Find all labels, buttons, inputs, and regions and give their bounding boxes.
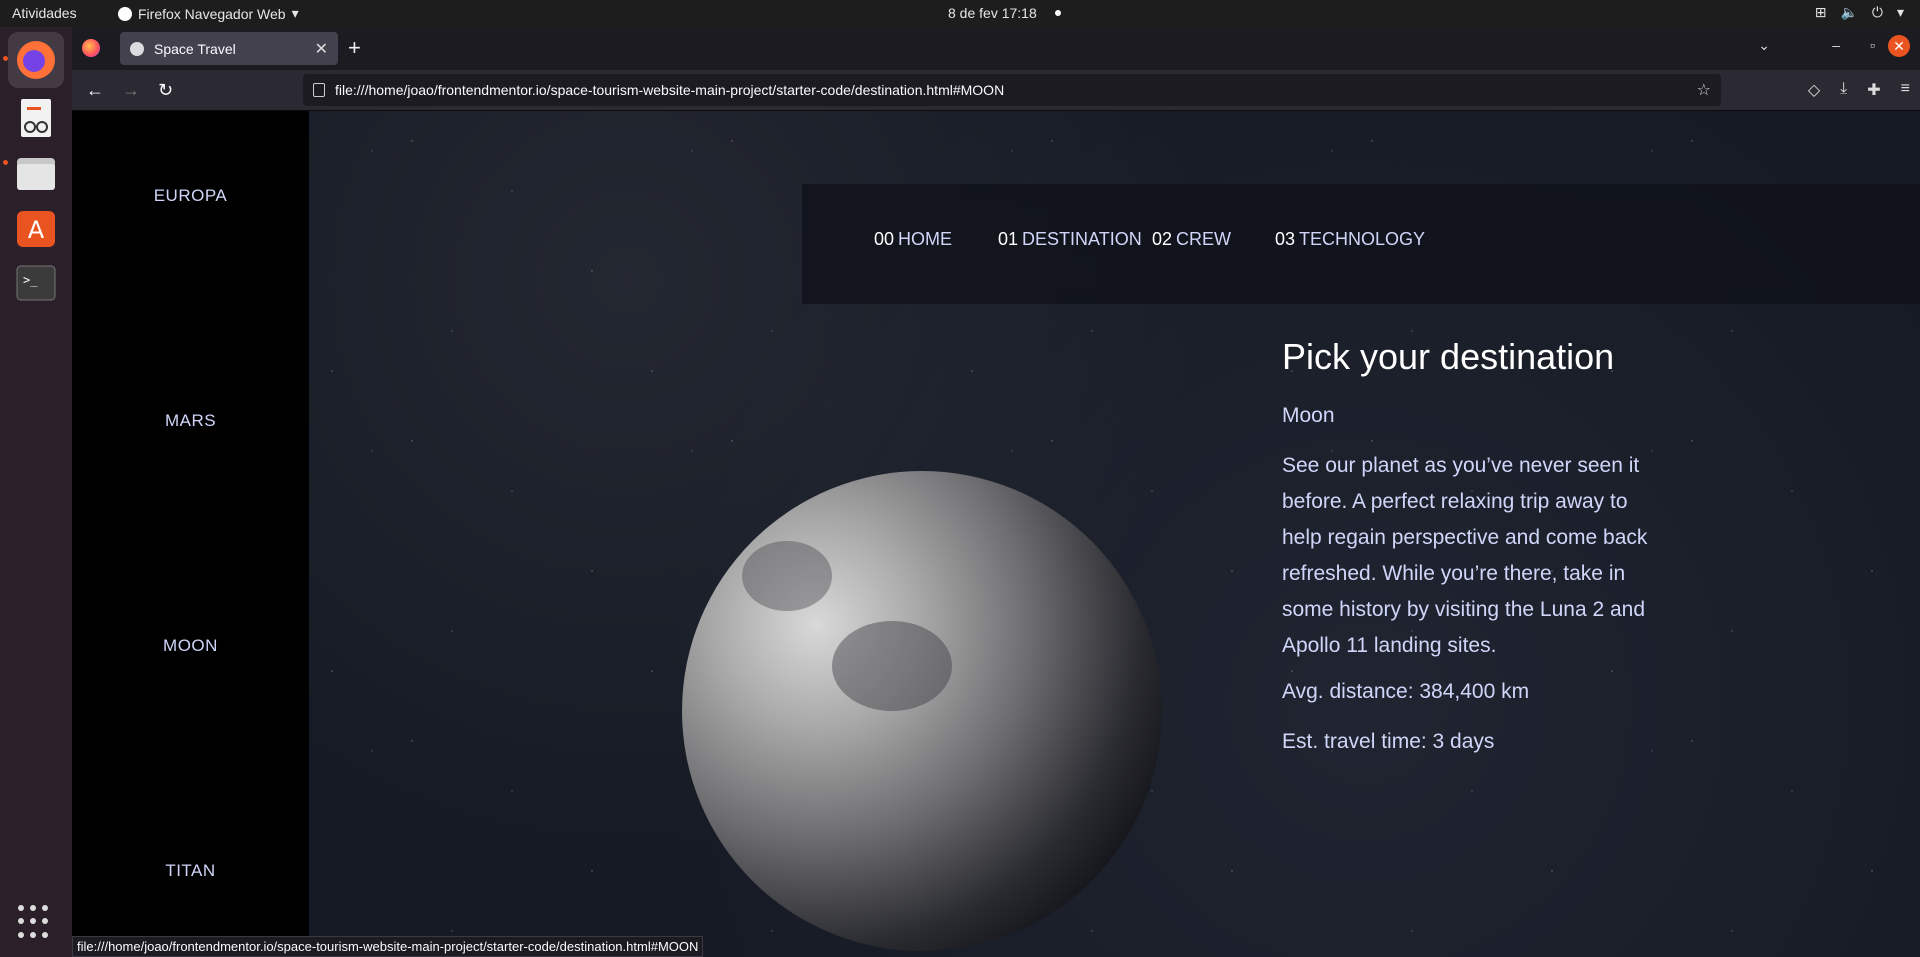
destination-info: Pick your destination Moon See our plane… [1282, 336, 1662, 754]
show-apps-button[interactable] [18, 905, 52, 939]
destination-europa[interactable]: EUROPA [72, 186, 309, 206]
clock-label: 8 de fev 17:18 [948, 5, 1037, 21]
app-menu-label: Firefox Navegador Web [138, 5, 286, 22]
clock[interactable]: 8 de fev 17:18 [948, 5, 1061, 21]
destination-moon[interactable]: MOON [72, 636, 309, 656]
minimize-icon[interactable]: – [1832, 37, 1840, 53]
reload-button[interactable]: ↻ [158, 80, 173, 101]
back-button[interactable]: ← [86, 80, 104, 101]
destination-sidebar: EUROPA MARS MOON TITAN [72, 111, 309, 957]
firefox-icon [17, 41, 55, 79]
menu-icon[interactable]: ≡ [1901, 80, 1910, 100]
downloads-icon[interactable]: ⤓ [1840, 80, 1847, 100]
svg-text:>_: >_ [23, 273, 38, 287]
dock-software-center[interactable]: A [8, 200, 64, 256]
status-bar: file:///home/joao/frontendmentor.io/spac… [72, 936, 704, 957]
power-icon[interactable]: ⏻ [1872, 4, 1883, 21]
moon-image [682, 471, 1162, 951]
volume-icon[interactable]: 🔈 [1840, 4, 1857, 21]
page-icon [313, 83, 325, 97]
terminal-icon: >_ [16, 265, 56, 301]
firefox-view-icon[interactable] [82, 39, 100, 57]
new-tab-button[interactable]: + [348, 35, 361, 61]
network-icon[interactable]: ⊞ [1815, 4, 1827, 21]
navigation-toolbar: ← → ↻ file:///home/joao/frontendmentor.i… [72, 70, 1920, 111]
page-content: EUROPA MARS MOON TITAN 00 HOME 01 DESTINAT… [72, 111, 1920, 957]
destination-description: See our planet as you’ve never seen it b… [1282, 454, 1648, 657]
dock-firefox[interactable] [8, 32, 64, 88]
restore-icon[interactable]: ▫ [1870, 37, 1875, 53]
page-title: Pick your destination [1282, 336, 1615, 377]
toolbar-icons: ◇ ⤓ ✚ ≡ [1808, 80, 1910, 100]
tab-space-travel[interactable]: Space Travel ✕ [120, 32, 338, 65]
notification-dot-icon [1054, 10, 1061, 16]
nav-technology[interactable]: 03 TECHNOLOGY [1275, 229, 1425, 250]
avg-distance: Avg. distance: 384,400 km [1282, 680, 1530, 703]
nav-crew[interactable]: 02 CREW [1152, 229, 1231, 250]
dock-files[interactable] [8, 145, 64, 201]
firefox-icon [118, 6, 132, 21]
close-tab-icon[interactable]: ✕ [315, 39, 328, 59]
dock: A >_ [0, 27, 72, 957]
close-window-button[interactable]: ✕ [1888, 35, 1910, 57]
dock-document-viewer[interactable] [8, 90, 64, 146]
tab-title: Space Travel [154, 40, 236, 57]
app-menu[interactable]: Firefox Navegador Web ▾ [118, 5, 299, 22]
forward-button[interactable]: → [122, 80, 140, 101]
tab-bar: Space Travel ✕ + ⌄ – ▫ ✕ [72, 27, 1920, 70]
destination-name: Moon [1282, 404, 1335, 427]
document-viewer-icon [21, 99, 51, 137]
destination-titan[interactable]: TITAN [72, 861, 309, 881]
chevron-down-icon[interactable]: ▾ [1897, 4, 1904, 21]
system-tray[interactable]: ⊞ 🔈 ⏻ ▾ [1815, 4, 1904, 21]
activities-button[interactable]: Atividades [12, 5, 77, 21]
globe-icon [130, 41, 144, 56]
svg-text:A: A [28, 216, 45, 244]
main-nav: 00 HOME 01 DESTINATION 02 CREW 03 TECHNOLOGY [802, 184, 1920, 304]
chevron-down-icon: ▾ [291, 5, 299, 21]
folder-icon [17, 158, 55, 190]
travel-time: Est. travel time: 3 days [1282, 730, 1495, 753]
destination-mars[interactable]: MARS [72, 411, 309, 431]
extensions-icon[interactable]: ✚ [1867, 80, 1880, 100]
nav-home[interactable]: 00 HOME [874, 229, 952, 250]
nav-destination[interactable]: 01 DESTINATION [998, 229, 1142, 250]
pocket-icon[interactable]: ◇ [1808, 80, 1820, 100]
system-top-bar: Atividades Firefox Navegador Web ▾ 8 de … [0, 0, 1920, 27]
dock-terminal[interactable]: >_ [8, 255, 64, 311]
bookmark-star-icon[interactable]: ☆ [1697, 80, 1711, 100]
list-tabs-icon[interactable]: ⌄ [1758, 37, 1770, 54]
url-bar[interactable]: file:///home/joao/frontendmentor.io/spac… [303, 74, 1721, 106]
app-store-icon: A [17, 211, 55, 247]
url-text: file:///home/joao/frontendmentor.io/spac… [335, 82, 1005, 98]
